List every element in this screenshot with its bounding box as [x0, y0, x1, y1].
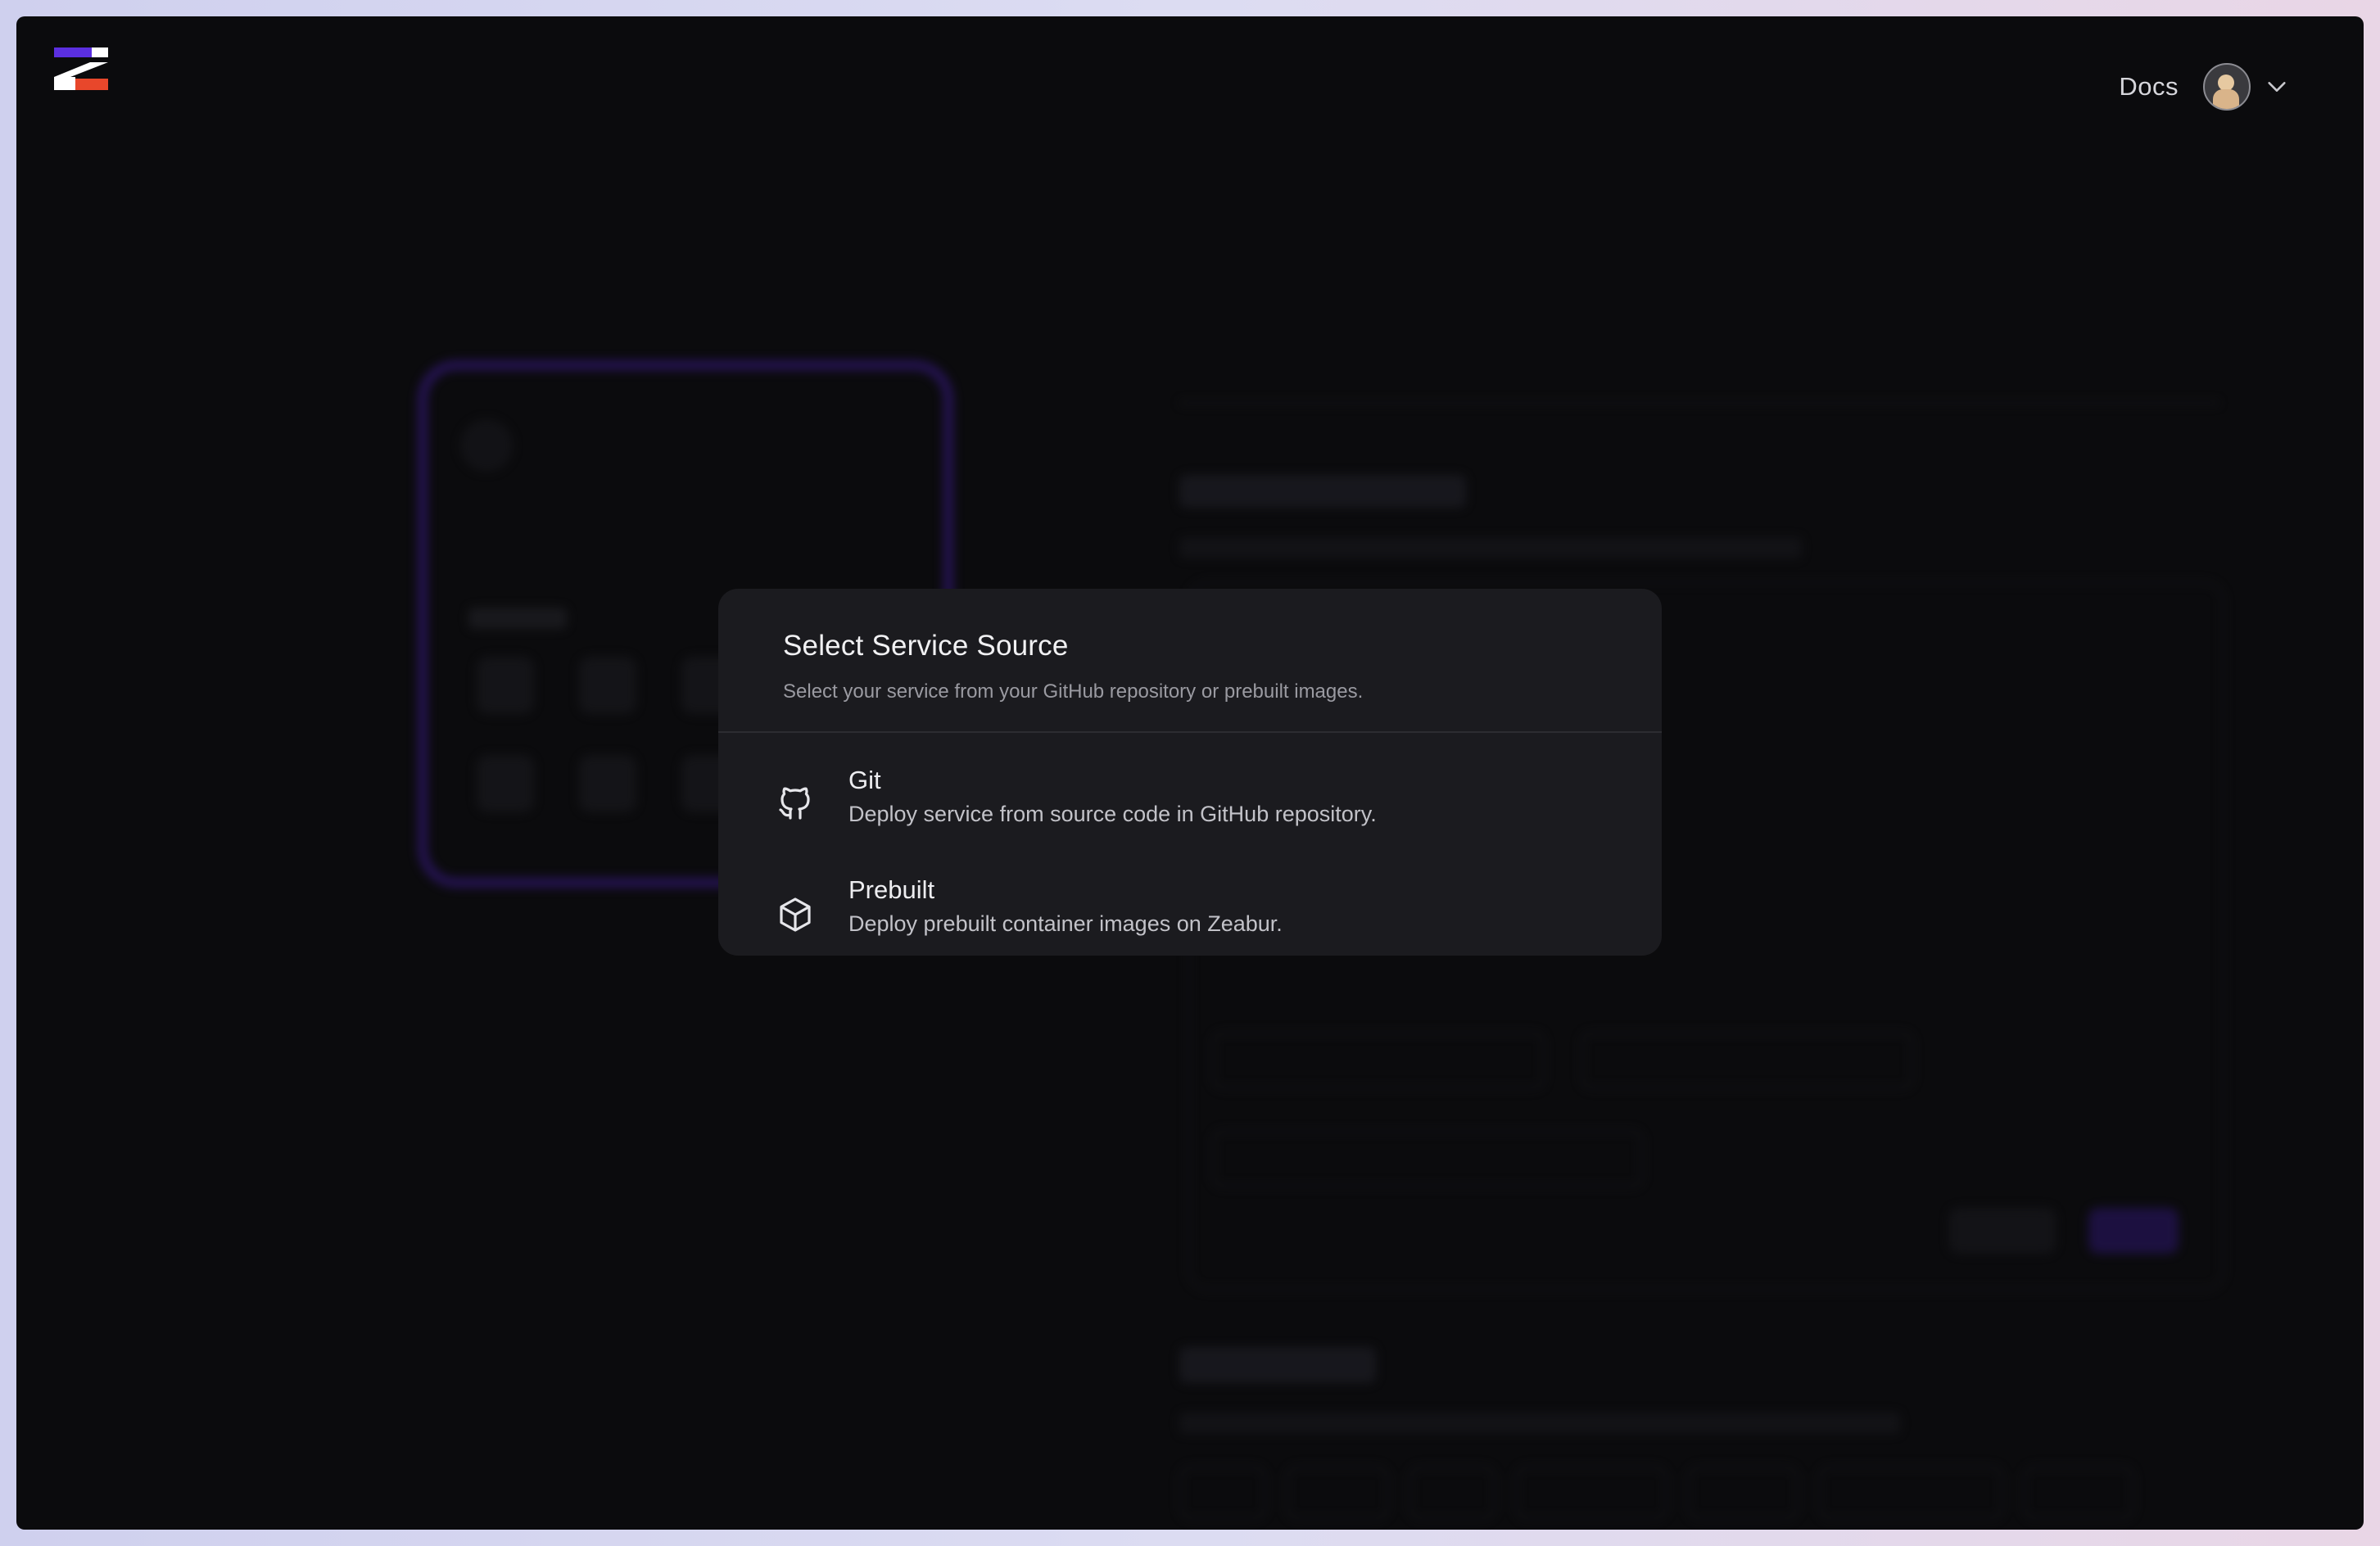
dialog-title: Select Service Source: [783, 630, 1069, 662]
docs-link[interactable]: Docs: [2119, 72, 2179, 102]
prebuilt-option-title: Prebuilt: [848, 875, 935, 904]
app-window: Docs Select Service Source Select your s…: [16, 16, 2364, 1530]
box-icon: [780, 897, 811, 932]
git-option-description: Deploy service from source code in GitHu…: [848, 802, 1377, 826]
top-nav: Docs: [2119, 62, 2288, 111]
prebuilt-option-description: Deploy prebuilt container images on Zeab…: [848, 911, 1283, 936]
git-option-title: Git: [848, 766, 881, 794]
background-title-blurred: [16, 180, 2364, 246]
chevron-down-icon[interactable]: [2265, 75, 2288, 98]
select-service-source-dialog: Select Service Source Select your servic…: [718, 589, 1662, 956]
dialog-description: Select your service from your GitHub rep…: [783, 680, 1364, 703]
dialog-header: Select Service Source Select your servic…: [718, 589, 1662, 733]
user-menu[interactable]: [2203, 63, 2288, 111]
background-form: [1179, 401, 2219, 470]
github-icon: [779, 787, 810, 820]
zeabur-logo[interactable]: [54, 47, 108, 90]
background-subtitle-blurred: [16, 272, 2364, 300]
git-source-option[interactable]: Git Deploy service from source code in G…: [718, 749, 1662, 848]
avatar[interactable]: [2203, 63, 2251, 111]
prebuilt-source-option[interactable]: Prebuilt Deploy prebuilt container image…: [718, 859, 1662, 956]
